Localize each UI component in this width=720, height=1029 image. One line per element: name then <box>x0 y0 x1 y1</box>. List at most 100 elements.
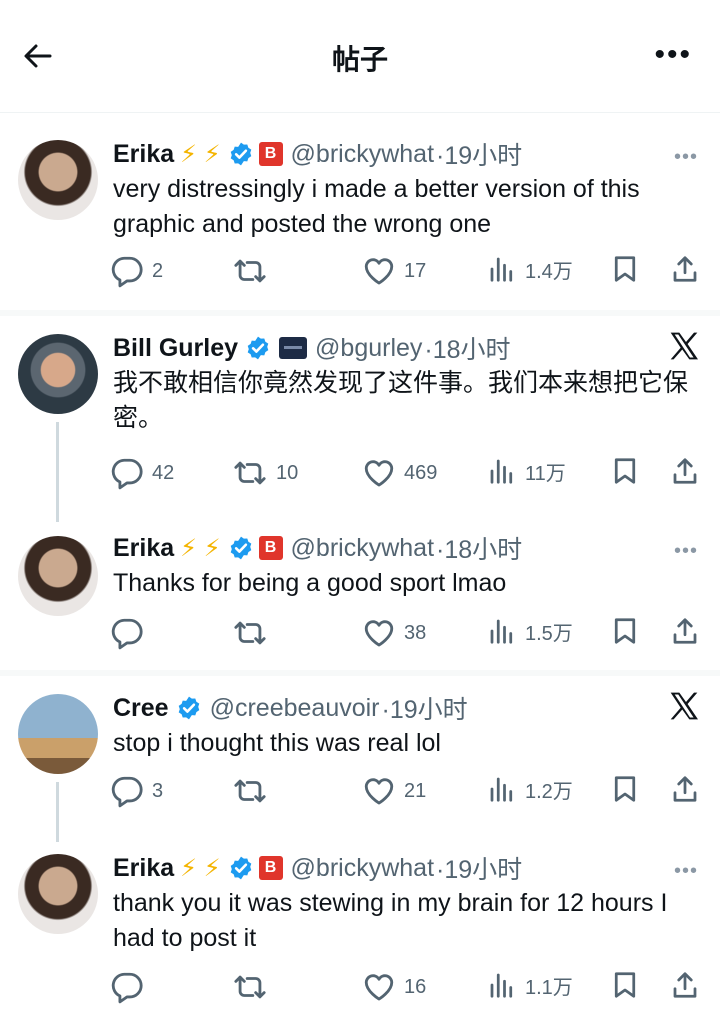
retweet-icon <box>232 254 268 288</box>
tweet-header: Bill Gurley @bgurley ·18小时 <box>113 330 511 366</box>
handle[interactable]: @brickywhat <box>291 534 434 563</box>
tweet-more-icon[interactable]: ••• <box>674 540 698 563</box>
affiliate-badge: B <box>258 856 283 880</box>
bookmark-button[interactable] <box>610 616 640 646</box>
share-button[interactable] <box>670 254 700 284</box>
reply-icon <box>110 616 144 650</box>
action-bar: 3 21 1.2万 <box>110 774 710 810</box>
timestamp[interactable]: ·19小时 <box>436 850 522 886</box>
bookmark-icon <box>610 254 640 284</box>
display-name[interactable]: Cree <box>113 694 169 723</box>
timestamp[interactable]: ·18小时 <box>424 330 510 366</box>
retweet-button[interactable] <box>232 970 276 1004</box>
retweet-button[interactable]: 10 <box>232 456 298 490</box>
views-icon <box>487 970 517 1000</box>
avatar[interactable] <box>18 536 98 616</box>
reply-icon <box>110 254 144 288</box>
bolt-emoji: ⚡ ⚡ <box>180 854 221 882</box>
reply-button[interactable] <box>110 970 152 1004</box>
tweet-more-icon[interactable]: ••• <box>674 146 698 169</box>
views-icon <box>487 774 517 804</box>
tweet-text: very distressingly i made a better versi… <box>113 175 640 238</box>
display-name[interactable]: Erika <box>113 140 174 169</box>
tweet-text: 我不敢相信你竟然发现了这件事。我们本来想把它保密。 <box>113 369 689 432</box>
bookmark-button[interactable] <box>610 774 640 804</box>
timestamp[interactable]: ·19小时 <box>436 136 522 172</box>
share-button[interactable] <box>670 616 700 646</box>
bookmark-button[interactable] <box>610 254 640 284</box>
reply-icon <box>110 970 144 1004</box>
retweet-button[interactable] <box>232 616 276 650</box>
views-button[interactable]: 1.1万 <box>487 970 573 1000</box>
views-icon <box>487 456 517 486</box>
tweet[interactable]: Erika ⚡ ⚡ B @brickywhat ·18小时 ••• Thanks… <box>0 530 720 670</box>
verified-icon <box>228 855 254 881</box>
tweet[interactable]: Bill Gurley @bgurley ·18小时 我不敢相信你竟然发现了这件… <box>0 330 720 522</box>
share-button[interactable] <box>670 456 700 486</box>
x-logo-icon <box>668 690 700 722</box>
tweet[interactable]: Erika ⚡ ⚡ B @brickywhat ·19小时 ••• thank … <box>0 850 720 1025</box>
share-icon <box>670 456 700 486</box>
avatar[interactable] <box>18 334 98 414</box>
tweet[interactable]: Cree @creebeauvoir ·19小时 stop i thought … <box>0 690 720 842</box>
reply-icon <box>110 456 144 490</box>
tweet[interactable]: Erika ⚡ ⚡ B @brickywhat ·19小时 ••• very d… <box>0 136 720 311</box>
views-icon <box>487 254 517 284</box>
bolt-emoji: ⚡ ⚡ <box>180 140 221 168</box>
display-name[interactable]: Erika <box>113 534 174 563</box>
share-button[interactable] <box>670 774 700 804</box>
handle[interactable]: @bgurley <box>315 334 422 363</box>
views-button[interactable]: 1.4万 <box>487 254 573 284</box>
affiliate-badge <box>279 337 308 359</box>
display-name[interactable]: Bill Gurley <box>113 334 238 363</box>
retweet-button[interactable] <box>232 254 276 288</box>
bookmark-icon <box>610 970 640 1000</box>
reply-button[interactable] <box>110 616 152 650</box>
like-button[interactable]: 16 <box>362 970 426 1004</box>
handle[interactable]: @brickywhat <box>291 854 434 883</box>
more-icon[interactable]: ••• <box>654 40 692 70</box>
display-name[interactable]: Erika <box>113 854 174 883</box>
like-button[interactable]: 21 <box>362 774 426 808</box>
like-button[interactable]: 38 <box>362 616 426 650</box>
bookmark-icon <box>610 774 640 804</box>
bookmark-button[interactable] <box>610 970 640 1000</box>
thread-line <box>56 782 59 842</box>
views-button[interactable]: 1.5万 <box>487 616 573 646</box>
share-button[interactable] <box>670 970 700 1000</box>
retweet-icon <box>232 616 268 650</box>
retweet-button[interactable] <box>232 774 276 808</box>
handle[interactable]: @creebeauvoir <box>210 694 380 723</box>
like-icon <box>362 970 396 1004</box>
avatar[interactable] <box>18 854 98 934</box>
avatar[interactable] <box>18 694 98 774</box>
tweet-text: thank you it was stewing in my brain for… <box>113 889 668 952</box>
affiliate-badge: B <box>258 536 283 560</box>
avatar[interactable] <box>18 140 98 220</box>
retweet-icon <box>232 774 268 808</box>
thread-line <box>56 422 59 522</box>
share-icon <box>670 970 700 1000</box>
views-icon <box>487 616 517 646</box>
tweet-more-icon[interactable]: ••• <box>674 860 698 883</box>
tweet-header: Erika ⚡ ⚡ B @brickywhat ·18小时 <box>113 530 522 566</box>
views-button[interactable]: 11万 <box>487 456 566 486</box>
retweet-icon <box>232 456 268 490</box>
timestamp[interactable]: ·19小时 <box>382 690 468 726</box>
share-icon <box>670 774 700 804</box>
top-bar: 帖子 ••• <box>0 0 720 113</box>
like-button[interactable]: 17 <box>362 254 426 288</box>
reply-button[interactable]: 3 <box>110 774 163 808</box>
verified-icon <box>228 141 254 167</box>
reply-button[interactable]: 2 <box>110 254 163 288</box>
like-button[interactable]: 469 <box>362 456 437 490</box>
handle[interactable]: @brickywhat <box>291 140 434 169</box>
timestamp[interactable]: ·18小时 <box>436 530 522 566</box>
bookmark-icon <box>610 616 640 646</box>
reply-button[interactable]: 42 <box>110 456 174 490</box>
views-button[interactable]: 1.2万 <box>487 774 573 804</box>
affiliate-badge: B <box>258 142 283 166</box>
reply-icon <box>110 774 144 808</box>
action-bar: 38 1.5万 <box>110 616 710 652</box>
bookmark-button[interactable] <box>610 456 640 486</box>
